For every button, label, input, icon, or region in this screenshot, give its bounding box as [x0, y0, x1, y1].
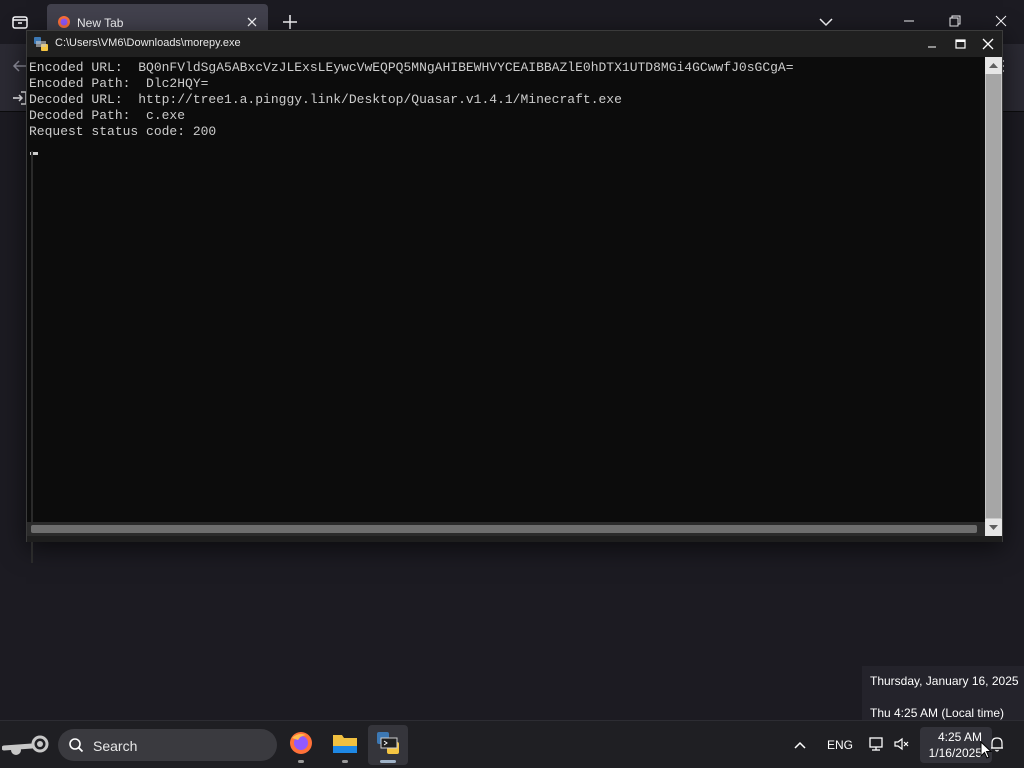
- console-bottom-border: [27, 536, 1002, 542]
- volume-muted-icon[interactable]: [893, 735, 911, 753]
- horizontal-scrollbar[interactable]: [27, 522, 985, 536]
- scroll-up-arrow-icon[interactable]: [985, 57, 1002, 74]
- console-output[interactable]: Encoded URL: BQ0nFVldSgA5ABxcVzJLExsLEyw…: [27, 57, 985, 563]
- tray-date: 1/16/2025: [928, 746, 982, 760]
- search-icon: [68, 737, 84, 753]
- running-indicator: [298, 760, 304, 763]
- console-window-title: C:\Users\VM6\Downloads\morepy.exe: [55, 37, 241, 49]
- search-label: Search: [93, 738, 138, 754]
- console-minimize-icon[interactable]: [923, 35, 941, 53]
- flyout-local-time: Thu 4:25 AM (Local time): [870, 706, 1005, 720]
- python-console-icon: [375, 730, 401, 761]
- output-line-encoded-path: Encoded Path: Dlc2HQY=: [29, 76, 209, 91]
- input-language-indicator[interactable]: ENG: [827, 738, 853, 752]
- console-titlebar[interactable]: C:\Users\VM6\Downloads\morepy.exe: [27, 31, 1002, 57]
- python-app-icon: [33, 36, 49, 52]
- tab-title: New Tab: [77, 16, 124, 30]
- show-hidden-icons-chevron-icon[interactable]: [792, 737, 808, 753]
- tray-time: 4:25 AM: [937, 730, 982, 744]
- vertical-scroll-thumb[interactable]: [986, 74, 1001, 518]
- output-line-encoded-url: Encoded URL: BQ0nFVldSgA5ABxcVzJLExsLEyw…: [29, 60, 794, 75]
- taskbar-search-box[interactable]: Search: [58, 729, 277, 761]
- vertical-scrollbar[interactable]: [985, 57, 1002, 536]
- output-line-status-code: Request status code: 200: [29, 124, 217, 139]
- console-close-icon[interactable]: [979, 35, 997, 53]
- new-tab-plus-icon[interactable]: [280, 12, 300, 32]
- taskbar-console-button[interactable]: [368, 725, 408, 765]
- mouse-pointer-icon: [980, 740, 993, 759]
- firefox-icon: [288, 730, 314, 761]
- file-explorer-icon: [332, 731, 358, 760]
- browser-restore-icon[interactable]: [944, 10, 966, 32]
- console-window[interactable]: C:\Users\VM6\Downloads\morepy.exe Encode…: [26, 30, 1003, 563]
- flyout-full-date: Thursday, January 16, 2025: [870, 674, 1019, 688]
- browser-minimize-icon[interactable]: [898, 10, 920, 32]
- taskbar-file-explorer-button[interactable]: [325, 725, 365, 765]
- taskbar-firefox-button[interactable]: [281, 725, 321, 765]
- console-maximize-icon[interactable]: [951, 35, 969, 53]
- clock-flyout: Thursday, January 16, 2025 Thu 4:25 AM (…: [862, 666, 1024, 728]
- browser-close-icon[interactable]: [990, 10, 1012, 32]
- console-left-gutter: [31, 151, 33, 563]
- steam-icon[interactable]: [1, 732, 52, 758]
- output-line-decoded-url: Decoded URL: http://tree1.a.pinggy.link/…: [29, 92, 622, 107]
- running-indicator: [342, 760, 348, 763]
- taskbar: Search ENG 4:25 AM 1/16/2025: [0, 720, 1024, 768]
- chevron-down-icon[interactable]: [816, 12, 836, 32]
- scroll-down-arrow-icon[interactable]: [985, 519, 1002, 536]
- firefox-favicon-icon: [57, 15, 71, 29]
- output-line-decoded-path: Decoded Path: c.exe: [29, 108, 186, 123]
- network-icon[interactable]: [867, 735, 885, 753]
- tab-close-icon[interactable]: [244, 14, 260, 30]
- active-indicator: [380, 760, 396, 763]
- horizontal-scroll-thumb[interactable]: [31, 525, 977, 533]
